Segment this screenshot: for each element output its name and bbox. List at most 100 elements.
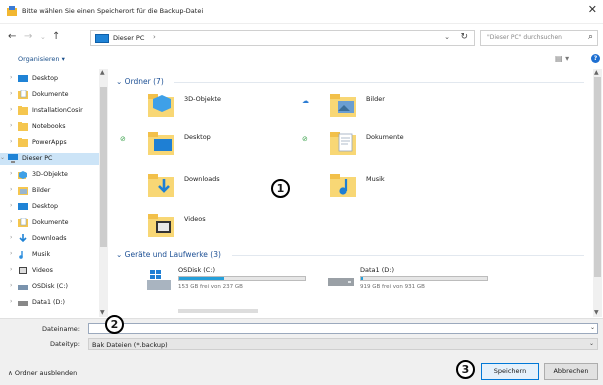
forward-button[interactable]: → [24,31,32,42]
back-button[interactable]: ← [8,31,16,42]
folders-group-header[interactable]: ⌄ Ordner (7) [116,77,164,86]
help-icon[interactable]: ? [591,54,600,63]
sidebar-item-label: 3D-Objekte [32,171,68,178]
scroll-up-icon[interactable]: ▲ [100,69,105,76]
sidebar-item-3d-objekte[interactable]: › 3D-Objekte [0,169,99,181]
chevron-right-icon[interactable]: › [10,90,12,97]
hide-folders-button[interactable]: ∧ Ordner ausblenden [8,369,77,377]
filetype-label: Dateityp: [49,340,80,348]
view-options-button[interactable]: ▤ ▾ [555,54,569,63]
sidebar-item-bilder[interactable]: › Bilder [0,185,99,197]
folder-tile-3d-objekte[interactable]: 3D-Objekte [148,89,328,119]
window-title: Bitte wählen Sie einen Speicherort für d… [22,7,204,15]
sidebar-item-label: Desktop [32,75,58,82]
chevron-right-icon[interactable]: › [10,186,12,193]
drive-name: Data1 (D:) [360,266,394,274]
sidebar-item-videos[interactable]: › Videos [0,265,99,277]
address-bar[interactable]: Dieser PC › ⌄ ↻ [90,30,475,46]
up-button[interactable]: ↑ [52,31,60,42]
sidebar-item-label: Data1 (D:) [32,299,65,306]
search-icon[interactable]: ⌕ [588,32,593,42]
chevron-right-icon[interactable]: › [10,122,12,129]
chevron-down-icon[interactable]: ⌄ [590,324,595,331]
sidebar-item-desktop[interactable]: › Desktop [0,73,99,85]
callout-1: 1 [271,179,290,198]
divider [232,255,584,256]
sidebar-item-label: InstallationCosir [32,107,83,114]
filename-field[interactable]: ⌄ [88,323,598,334]
chevron-right-icon[interactable]: › [10,74,12,81]
folder-tile-label: Dokumente [366,133,404,141]
chevron-right-icon[interactable]: › [10,250,12,257]
drives-group-header[interactable]: ⌄ Geräte und Laufwerke (3) [116,250,221,259]
partial-drive-label [178,309,258,313]
folder-tile-label: Downloads [184,175,220,183]
drive-free-space: 153 GB frei von 237 GB [178,284,243,290]
file-list-scrollbar[interactable]: ▲ ▼ [593,69,602,317]
recent-locations-button[interactable]: ⌄ [40,33,46,41]
desktop-icon [18,202,28,211]
sidebar-item-notebooks[interactable]: › Notebooks [0,121,99,133]
sidebar-item-dokumente[interactable]: › Dokumente [0,217,99,229]
chevron-right-icon[interactable]: › [10,298,12,305]
sidebar-item-musik[interactable]: › Musik [0,249,99,261]
title-bar: Bitte wählen Sie einen Speicherort für d… [0,0,603,24]
sidebar-item-data1-d[interactable]: › Data1 (D:) [0,297,99,309]
sidebar-item-desktop[interactable]: › Desktop [0,201,99,213]
folder-tile-musik[interactable]: Musik [330,169,510,199]
navigation-bar: ← → ⌄ ↑ Dieser PC › ⌄ ↻ "Dieser PC" durc… [0,26,603,50]
sidebar-item-label: Dokumente [32,91,69,98]
sidebar-item-label: Bilder [32,187,51,194]
scroll-down-icon[interactable]: ▼ [594,309,599,316]
folder-tile-videos[interactable]: Videos [148,209,328,239]
sidebar-item-installationcosir[interactable]: › InstallationCosir [0,105,99,117]
close-icon[interactable]: ✕ [588,3,597,16]
drive-tile-c[interactable]: OSDisk (C:) 153 GB frei von 237 GB [146,266,336,296]
filetype-select[interactable]: Bak Dateien (*.backup) ⌄ [88,338,598,350]
folder-tile-label: Desktop [184,133,211,141]
refresh-icon[interactable]: ↻ [460,32,468,42]
search-input[interactable]: "Dieser PC" durchsuchen ⌕ [480,30,598,46]
chevron-right-icon[interactable]: › [10,282,12,289]
sidebar-item-label: Desktop [32,203,58,210]
scroll-down-icon[interactable]: ▼ [100,309,105,316]
chevron-right-icon[interactable]: › [10,234,12,241]
folder-tile-bilder[interactable]: ☁ Bilder [302,89,510,119]
chevron-right-icon[interactable]: › [10,106,12,113]
scroll-up-icon[interactable]: ▲ [594,69,599,76]
chevron-right-icon[interactable]: › [10,266,12,273]
sidebar-item-label: PowerApps [32,139,67,146]
drive-free-space: 919 GB frei von 931 GB [360,284,425,290]
sidebar-item-powerapps[interactable]: › PowerApps [0,137,99,149]
drive-usage-bar [360,276,488,281]
chevron-right-icon[interactable]: › [10,218,12,225]
organize-button[interactable]: Organisieren ▾ [18,55,65,63]
breadcrumb-dieser-pc[interactable]: Dieser PC [113,34,144,42]
scroll-thumb[interactable] [594,77,601,277]
music-icon [18,250,28,259]
navigation-pane-scrollbar[interactable]: ▲ ▼ [99,69,108,317]
drive-tile-d[interactable]: Data1 (D:) 919 GB frei von 931 GB [328,266,518,296]
cancel-button[interactable]: Abbrechen [544,363,598,380]
chevron-down-icon[interactable]: ⌄ [0,154,5,161]
save-button[interactable]: Speichern [481,363,539,380]
chevron-right-icon[interactable]: › [10,202,12,209]
folder-tile-downloads[interactable]: Downloads [148,169,328,199]
sidebar-item-osdisk-c[interactable]: › OSDisk (C:) [0,281,99,293]
folder-tile-dokumente[interactable]: ⊘ Dokumente [302,127,510,157]
sidebar-item-dieser-pc[interactable]: ⌄ Dieser PC [0,153,99,165]
drive-icon [18,298,28,307]
chevron-right-icon[interactable]: › [10,138,12,145]
folder-tile-label: Musik [366,175,385,183]
sidebar-item-downloads[interactable]: › Downloads [0,233,99,245]
address-dropdown-icon[interactable]: ⌄ [444,33,450,41]
3d-objects-icon [18,170,28,179]
scroll-thumb[interactable] [100,87,107,247]
chevron-right-icon[interactable]: › [10,170,12,177]
search-placeholder: "Dieser PC" durchsuchen [487,34,562,41]
app-icon [7,6,17,16]
sidebar-item-dokumente[interactable]: › Dokumente [0,89,99,101]
folder-tile-desktop[interactable]: ⊘ Desktop [120,127,328,157]
documents-icon [18,89,28,99]
breadcrumb-arrow-icon[interactable]: › [153,33,156,41]
